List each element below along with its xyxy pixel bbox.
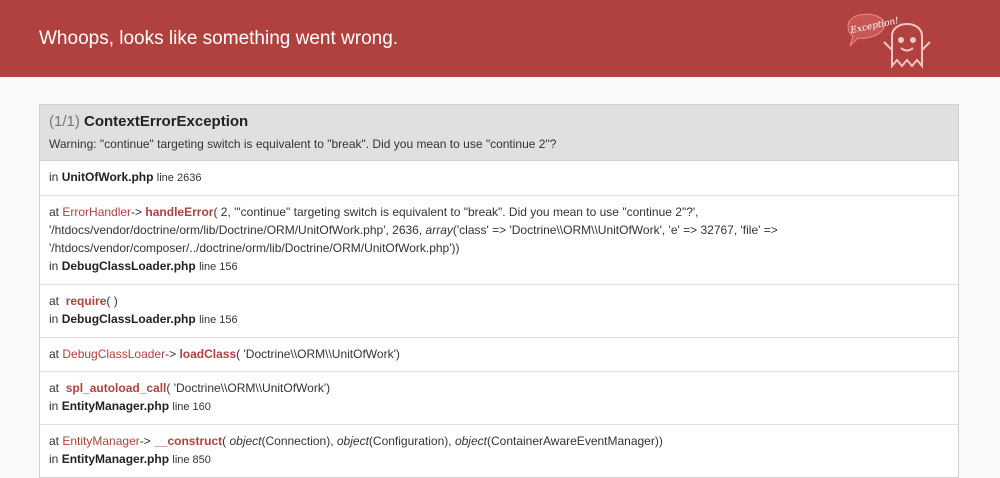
in-label: in <box>49 399 59 413</box>
exception-header: (1/1) ContextErrorException Warning: "co… <box>39 104 959 161</box>
arg-value: (Connection), <box>261 434 337 448</box>
function-name: loadClass <box>179 347 237 361</box>
arg-type: array <box>425 223 453 237</box>
arg-value: (Configuration), <box>368 434 455 448</box>
function-args: ( 'Doctrine\\ORM\\UnitOfWork') <box>236 347 400 361</box>
arrow: -> <box>165 347 177 361</box>
exception-count: (1/1) <box>49 113 80 130</box>
file-name: DebugClassLoader.php <box>61 259 196 273</box>
page-title: Whoops, looks like something went wrong. <box>39 28 399 49</box>
in-label: in <box>49 312 59 326</box>
exception-message: Warning: "continue" targeting switch is … <box>49 137 557 151</box>
at-label: at <box>49 294 60 308</box>
arg-type: object <box>454 434 487 448</box>
arrow: -> <box>139 434 151 448</box>
arg-value: (ContainerAwareEventManager)) <box>486 434 663 448</box>
file-name: UnitOfWork.php <box>61 170 154 184</box>
at-label: at <box>49 381 60 395</box>
line-number: line 850 <box>172 454 211 466</box>
error-header: Whoops, looks like something went wrong.… <box>0 0 1000 77</box>
at-label: at <box>49 434 60 448</box>
function-args: ( ) <box>106 294 118 308</box>
function-name: require <box>65 294 107 308</box>
line-number: line 156 <box>199 261 238 273</box>
trace-item: at ErrorHandler-> handleError( 2, '"cont… <box>40 195 958 284</box>
function-args: ( 'Doctrine\\ORM\\UnitOfWork') <box>166 381 331 395</box>
arg-type: object <box>229 434 262 448</box>
function-name: __construct <box>154 434 223 448</box>
arg-type: object <box>336 434 369 448</box>
file-name: EntityManager.php <box>61 399 170 413</box>
file-name: DebugClassLoader.php <box>61 312 196 326</box>
trace-item: at spl_autoload_call( 'Doctrine\\ORM\\Un… <box>40 371 958 424</box>
at-label: at <box>49 205 60 219</box>
exception-title: (1/1) ContextErrorException <box>49 113 949 130</box>
at-label: at <box>49 347 60 361</box>
function-name: spl_autoload_call <box>65 381 167 395</box>
trace-item: at DebugClassLoader-> loadClass( 'Doctri… <box>40 337 958 371</box>
line-number: line 156 <box>199 314 238 326</box>
in-label: in <box>49 452 59 466</box>
trace-item: at EntityManager-> __construct( object(C… <box>40 424 958 477</box>
arrow: -> <box>131 205 143 219</box>
trace-item: at require( ) in DebugClassLoader.php li… <box>40 284 958 337</box>
line-number: line 2636 <box>156 172 202 184</box>
class-name: EntityManager <box>62 434 140 448</box>
class-name: DebugClassLoader <box>62 347 166 361</box>
in-label: in <box>49 259 59 273</box>
exception-class: ContextErrorException <box>84 113 249 130</box>
stack-trace: in UnitOfWork.php line 2636 at ErrorHand… <box>39 161 959 478</box>
function-name: handleError <box>145 205 214 219</box>
line-number: line 160 <box>172 401 211 413</box>
class-name: ErrorHandler <box>62 205 132 219</box>
in-label: in <box>49 170 59 184</box>
exception-panel: (1/1) ContextErrorException Warning: "co… <box>39 104 959 478</box>
trace-item: in UnitOfWork.php line 2636 <box>40 161 958 195</box>
file-name: EntityManager.php <box>61 452 170 466</box>
exception-ghost-logo-icon: Exception! <box>847 13 931 69</box>
